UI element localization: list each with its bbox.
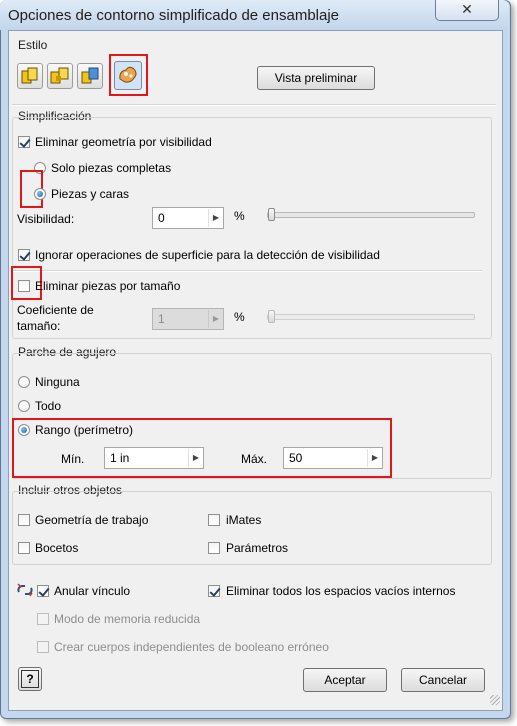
min-input[interactable]: 1 in ▶ [104, 447, 204, 469]
visibilidad-spin[interactable]: ▶ [208, 209, 223, 227]
coeficiente-input: 1 ▶ [152, 308, 224, 330]
min-label: Mín. [61, 452, 85, 466]
style-icon-4[interactable] [114, 61, 142, 90]
coeficiente-unit: % [234, 310, 245, 324]
visibilidad-slider-track [267, 212, 475, 218]
max-label: Máx. [241, 452, 268, 466]
visibilidad-unit: % [234, 209, 245, 223]
coeficiente-slider-thumb [268, 310, 275, 323]
help-icon: ? [21, 670, 39, 688]
min-spin[interactable]: ▶ [188, 449, 203, 467]
style-icon-2[interactable] [47, 63, 73, 89]
visibilidad-label: Visibilidad: [17, 212, 75, 226]
crear-cuerpos-label: Crear cuerpos independientes de booleano… [54, 640, 329, 654]
vista-preliminar-button[interactable]: Vista preliminar [257, 66, 375, 90]
window-title: Opciones de contorno simplificado de ens… [8, 7, 340, 24]
visibilidad-input[interactable]: 0 ▶ [152, 207, 224, 229]
estilo-label: Estilo [18, 38, 48, 52]
resize-grip[interactable] [490, 695, 500, 705]
ignorar-checkbox[interactable] [18, 249, 30, 261]
break-link-icon [16, 582, 34, 598]
coeficiente-slider-track [267, 314, 475, 320]
style-icon-3[interactable] [77, 63, 103, 89]
ignorar-label: Ignorar operaciones de superficie para l… [35, 248, 380, 262]
piezas-caras-label: Piezas y caras [51, 187, 130, 201]
todo-label: Todo [35, 399, 62, 413]
separator-estilo [12, 104, 496, 106]
geometria-checkbox[interactable] [18, 514, 30, 526]
visibilidad-value: 0 [158, 211, 165, 225]
ninguna-radio[interactable] [18, 376, 30, 388]
coeficiente-label-1: Coeficiente de [17, 303, 94, 317]
solo-piezas-label: Solo piezas completas [51, 161, 172, 175]
min-value: 1 in [110, 451, 130, 465]
coeficiente-label-2: tamaño: [17, 319, 61, 333]
memoria-reducida-checkbox [37, 613, 49, 625]
coeficiente-spin: ▶ [208, 310, 223, 328]
imates-label: iMates [226, 513, 262, 527]
crear-cuerpos-checkbox [37, 641, 49, 653]
eliminar-tamano-checkbox[interactable] [18, 280, 30, 292]
max-spin[interactable]: ▶ [367, 449, 382, 467]
aceptar-button[interactable]: Aceptar [303, 668, 387, 692]
eliminar-vacios-checkbox[interactable] [208, 585, 220, 597]
todo-radio[interactable] [18, 400, 30, 412]
parametros-checkbox[interactable] [208, 542, 220, 554]
piezas-caras-radio[interactable] [34, 188, 46, 200]
max-input[interactable]: 50 ▶ [283, 447, 383, 469]
memoria-reducida-label: Modo de memoria reducida [54, 612, 201, 626]
rango-radio[interactable] [18, 424, 30, 436]
eliminar-visibilidad-label: Eliminar geometría por visibilidad [35, 135, 212, 149]
help-button[interactable]: ? [18, 667, 42, 691]
bocetos-label: Bocetos [35, 541, 79, 555]
anular-vinculo-checkbox[interactable] [37, 585, 49, 597]
geometria-label: Geometría de trabajo [35, 513, 149, 527]
ninguna-label: Ninguna [35, 375, 80, 389]
coeficiente-value: 1 [158, 312, 165, 326]
anular-vinculo-label: Anular vínculo [54, 584, 131, 598]
visibilidad-slider-thumb[interactable] [268, 208, 275, 221]
eliminar-visibilidad-checkbox[interactable] [18, 136, 30, 148]
parametros-label: Parámetros [226, 541, 289, 555]
max-value: 50 [289, 451, 303, 465]
bocetos-checkbox[interactable] [18, 542, 30, 554]
style-icon-1[interactable] [17, 63, 43, 89]
eliminar-tamano-label: Eliminar piezas por tamaño [35, 279, 181, 293]
cancelar-button[interactable]: Cancelar [401, 668, 485, 692]
eliminar-vacios-label: Eliminar todos los espacios vacíos inter… [226, 584, 456, 598]
rango-label: Rango (perímetro) [35, 423, 134, 437]
imates-checkbox[interactable] [208, 514, 220, 526]
close-button[interactable]: ✕ [435, 0, 499, 21]
separator-tamano [12, 270, 482, 272]
